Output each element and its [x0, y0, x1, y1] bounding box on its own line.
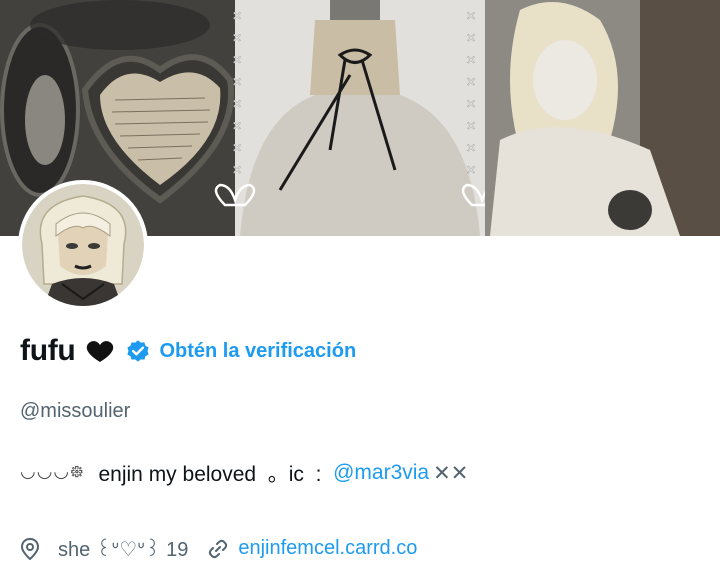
bio-mention-link[interactable]: @mar3via — [333, 461, 429, 485]
svg-text:✕: ✕ — [232, 141, 242, 155]
svg-text:✕: ✕ — [466, 9, 476, 23]
bio-text: enjin my beloved 。ic : — [98, 463, 334, 486]
verified-badge-icon[interactable] — [125, 338, 151, 364]
avatar[interactable] — [18, 180, 148, 310]
link-icon — [208, 539, 228, 559]
svg-text:✕: ✕ — [232, 97, 242, 111]
svg-text:✕: ✕ — [466, 141, 476, 155]
svg-text:✕: ✕ — [466, 119, 476, 133]
svg-text:✕: ✕ — [466, 75, 476, 89]
svg-text:✕: ✕ — [232, 31, 242, 45]
profile-bio: ◡◡◡᪥ enjin my beloved 。ic : @mar3via ✕✕ — [20, 458, 468, 488]
svg-text:✕: ✕ — [466, 163, 476, 177]
location-text: she ꒰ᐡ♡ᐡ꒱ 19 — [58, 539, 189, 561]
svg-text:✕: ✕ — [466, 53, 476, 67]
black-heart-icon — [85, 339, 115, 363]
svg-text:✕: ✕ — [466, 97, 476, 111]
svg-text:✕: ✕ — [232, 9, 242, 23]
bio-decoration: ◡◡◡᪥ — [20, 461, 85, 481]
location-pin-icon — [20, 537, 40, 560]
svg-text:✕: ✕ — [232, 119, 242, 133]
profile-meta-row: she ꒰ᐡ♡ᐡ꒱ 19 enjinfemcel.carrd.co — [20, 535, 417, 562]
profile-name-row: fufu Obtén la verificación — [20, 334, 356, 368]
get-verified-link[interactable]: Obtén la verificación — [159, 340, 356, 363]
bio-suffix: ✕✕ — [433, 461, 469, 485]
user-handle: @missoulier — [20, 400, 131, 422]
display-name: fufu — [20, 334, 76, 367]
svg-text:✕: ✕ — [466, 31, 476, 45]
website-link[interactable]: enjinfemcel.carrd.co — [238, 537, 417, 560]
svg-text:✕: ✕ — [232, 163, 242, 177]
svg-text:✕: ✕ — [232, 53, 242, 67]
svg-text:✕: ✕ — [232, 75, 242, 89]
